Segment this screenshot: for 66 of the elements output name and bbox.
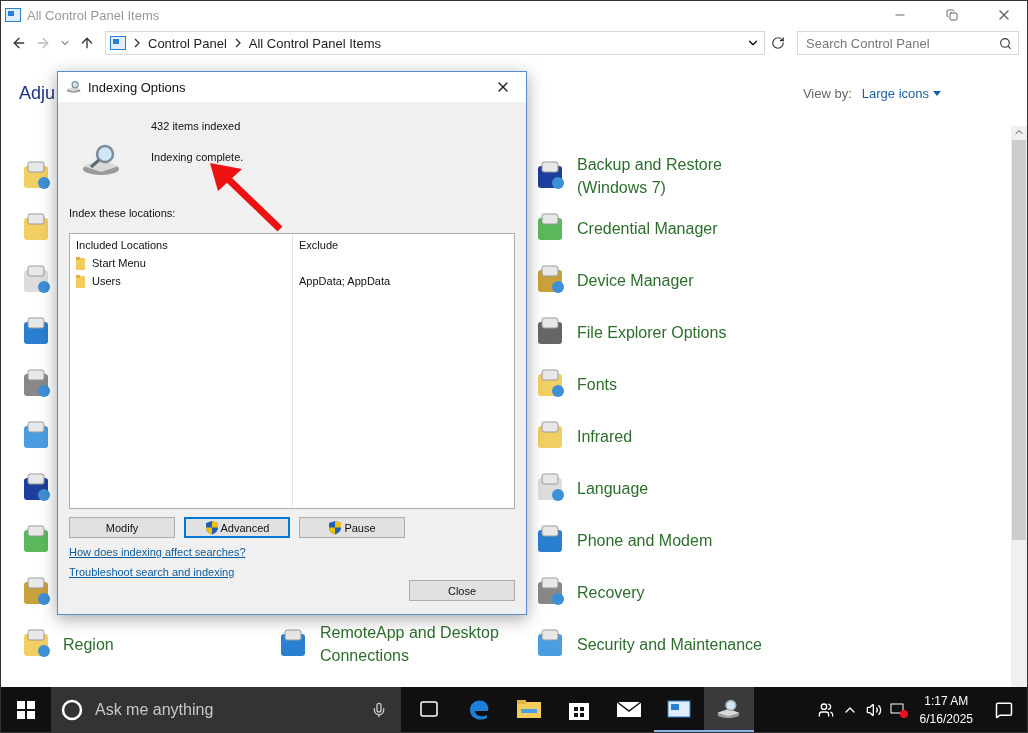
control-panel-item-link[interactable]: Fonts [577, 372, 617, 396]
column-header[interactable]: Exclude [299, 238, 508, 252]
search-box[interactable]: Search Control Panel [797, 31, 1019, 55]
scrollbar[interactable] [1011, 126, 1027, 687]
control-panel-icon [110, 36, 126, 50]
location-cell: Start Menu [92, 257, 146, 269]
control-panel-item-link[interactable]: Backup and Restore (Windows 7) [577, 153, 767, 199]
locations-label: Index these locations: [69, 207, 177, 219]
chevron-right-icon [234, 38, 241, 48]
windows-logo-icon [17, 700, 35, 719]
refresh-icon [771, 36, 785, 50]
page-heading: Adju [19, 83, 56, 104]
column-header[interactable]: Included Locations [76, 238, 286, 252]
forward-arrow-icon [35, 35, 51, 51]
control-panel-item-link[interactable]: Phone and Modem [577, 528, 713, 552]
view-by-label: View by: [802, 86, 852, 101]
folder-icon [76, 256, 86, 270]
control-panel-item-link[interactable]: Recovery [577, 580, 645, 604]
clock[interactable]: 1:17 AM 6/16/2025 [911, 691, 981, 728]
shield-icon [204, 520, 219, 535]
exclude-cell: AppData; AppData [299, 275, 391, 287]
drive-search-icon [716, 697, 742, 720]
window-title: All Control Panel Items [27, 7, 161, 23]
notification-icon [995, 700, 1013, 719]
control-panel-item-link[interactable]: Infrared [577, 424, 633, 448]
search-icon [999, 36, 1012, 50]
folder-icon [76, 274, 86, 288]
restore-icon [946, 9, 958, 21]
control-panel-item-link[interactable]: Region [63, 632, 114, 656]
shield-icon [328, 520, 343, 535]
dialog-button[interactable]: Modify [69, 517, 175, 538]
control-panel-item-link[interactable]: Credential Manager [577, 216, 718, 240]
address-bar[interactable]: Control Panel All Control Panel Items [105, 31, 765, 55]
control-panel-item-link[interactable]: File Explorer Options [577, 320, 727, 344]
taskbar-app-button[interactable] [704, 687, 754, 732]
folder-icon [516, 698, 542, 719]
task-view-icon [418, 699, 440, 718]
breadcrumb[interactable]: Control Panel [148, 35, 227, 51]
microphone-icon[interactable] [371, 701, 387, 718]
control-panel-item-link[interactable]: RemoteApp and Desktop Connections [320, 621, 510, 667]
control-panel-item-link[interactable]: Device Manager [577, 268, 694, 292]
items-count: 432 items indexed [151, 120, 242, 132]
taskbar-search-input[interactable]: Ask me anything [93, 699, 361, 720]
location-cell: Users [92, 275, 121, 287]
drive-search-icon [66, 80, 82, 94]
breadcrumb[interactable]: All Control Panel Items [248, 35, 381, 51]
view-by-dropdown[interactable]: Large icons [861, 86, 941, 101]
control-panel-icon [5, 8, 21, 22]
speaker-icon [865, 701, 882, 718]
control-panel-item-link[interactable]: Language [577, 476, 649, 500]
chevron-right-icon [134, 38, 140, 48]
cortana-icon [61, 698, 83, 721]
close-dialog-button[interactable]: Close [409, 580, 515, 601]
caret-icon [933, 91, 941, 96]
control-panel-icon [667, 698, 691, 719]
taskbar-search-bar[interactable]: Ask me anything [51, 687, 401, 732]
dialog-button[interactable]: Pause [299, 517, 405, 538]
people-icon [817, 701, 834, 718]
dialog-title: Indexing Options [88, 79, 187, 95]
indexing-status: Indexing complete. [151, 151, 244, 163]
refresh-button[interactable] [769, 34, 787, 52]
network-error-icon [889, 701, 908, 718]
help-link[interactable]: Troubleshoot search and indexing [69, 566, 235, 578]
control-panel-item-link[interactable]: Security and Maintenance [577, 632, 762, 656]
dialog-button[interactable]: Advanced [184, 517, 290, 538]
help-link[interactable]: How does indexing affect searches? [69, 546, 246, 558]
